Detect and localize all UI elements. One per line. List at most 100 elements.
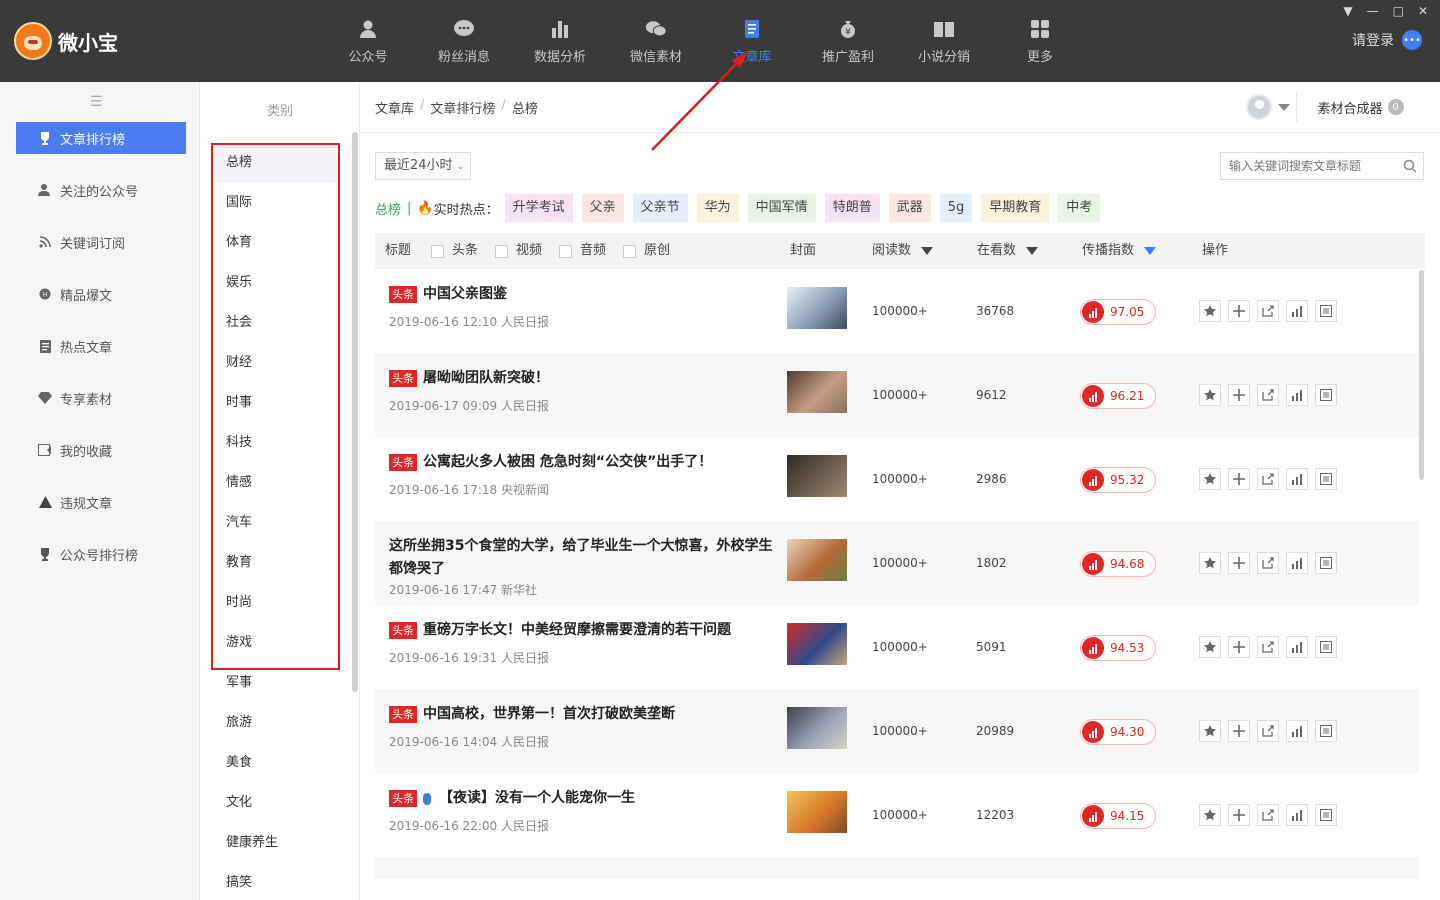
star-icon[interactable] xyxy=(1199,384,1221,406)
avatar[interactable] xyxy=(1246,94,1272,120)
category-item[interactable]: 搞笑 xyxy=(212,863,336,900)
article-cover-image[interactable] xyxy=(787,287,847,329)
nav-item-data-analysis[interactable]: 数据分析 xyxy=(512,0,608,82)
star-icon[interactable] xyxy=(1199,468,1221,490)
breadcrumb-item[interactable]: 文章库 xyxy=(375,98,414,117)
category-item[interactable]: 情感 xyxy=(212,463,336,503)
minimize-icon[interactable]: — xyxy=(1367,4,1379,18)
category-item[interactable]: 美食 xyxy=(212,743,336,783)
article-cover-image[interactable] xyxy=(787,623,847,665)
article-cover-image[interactable] xyxy=(787,791,847,833)
article-cover-image[interactable] xyxy=(787,707,847,749)
hot-tag[interactable]: 特朗普 xyxy=(824,194,880,222)
stats-icon[interactable] xyxy=(1286,468,1308,490)
share-icon[interactable] xyxy=(1257,552,1279,574)
sort-desc-icon[interactable] xyxy=(1026,247,1039,255)
material-composer-button[interactable]: 素材合成器 0 xyxy=(1296,92,1424,122)
star-icon[interactable] xyxy=(1199,636,1221,658)
time-range-select[interactable]: 最近24小时 ⌄ xyxy=(375,152,471,180)
dropdown-icon[interactable]: ▼ xyxy=(1343,4,1352,18)
category-scrollbar[interactable] xyxy=(352,132,358,692)
chevron-down-icon[interactable] xyxy=(1278,103,1290,111)
table-row[interactable]: 头条 屠呦呦团队新突破！ 2019-06-17 09:09 人民日报 100000+ 9… xyxy=(375,353,1419,437)
table-row[interactable] xyxy=(375,857,1419,879)
hot-tag[interactable]: 早期教育 xyxy=(981,194,1050,222)
star-icon[interactable] xyxy=(1199,552,1221,574)
checkbox[interactable] xyxy=(623,244,636,258)
category-item[interactable]: 时事 xyxy=(212,383,336,423)
plus-icon[interactable] xyxy=(1228,300,1250,322)
sidebar-item-keyword-subscribe[interactable]: 关键词订阅 xyxy=(16,226,186,258)
article-title-text[interactable]: 中国父亲图鉴 xyxy=(423,283,507,306)
article-title-text[interactable]: 公寓起火多人被困 危急时刻“公交侠”出手了！ xyxy=(423,451,712,474)
share-icon[interactable] xyxy=(1257,384,1279,406)
table-row[interactable]: 头条 重磅万字长文！中美经贸摩擦需要澄清的若干问题 2019-06-16 19:31… xyxy=(375,605,1419,689)
article-cover-image[interactable] xyxy=(787,371,847,413)
article-title-text[interactable]: 这所坐拥35个食堂的大学，给了毕业生一个大惊喜，外校学生都馋哭了 xyxy=(389,538,772,577)
filter-toutiao[interactable]: 头条 xyxy=(431,233,478,269)
category-item[interactable]: 时尚 xyxy=(212,583,336,623)
login-link[interactable]: 请登录 xyxy=(1352,30,1394,50)
star-icon[interactable] xyxy=(1199,804,1221,826)
category-item[interactable]: 教育 xyxy=(212,543,336,583)
share-icon[interactable] xyxy=(1257,804,1279,826)
category-item[interactable]: 汽车 xyxy=(212,503,336,543)
list-icon[interactable] xyxy=(1315,552,1337,574)
plus-icon[interactable] xyxy=(1228,720,1250,742)
breadcrumb-item[interactable]: 文章排行榜 xyxy=(430,98,495,117)
nav-item-fans-messages[interactable]: 粉丝消息 xyxy=(416,0,512,82)
checkbox[interactable] xyxy=(559,244,572,258)
article-title[interactable]: 头条 重磅万字长文！中美经贸摩擦需要澄清的若干问题 xyxy=(389,619,779,642)
plus-icon[interactable] xyxy=(1228,384,1250,406)
category-item[interactable]: 游戏 xyxy=(212,623,336,663)
filter-audio[interactable]: 音频 xyxy=(559,233,606,269)
category-item[interactable]: 财经 xyxy=(212,343,336,383)
article-title-text[interactable]: 重磅万字长文！中美经贸摩擦需要澄清的若干问题 xyxy=(423,619,731,642)
sidebar-item-premium-articles[interactable]: H 精品爆文 xyxy=(16,278,186,310)
article-title[interactable]: 这所坐拥35个食堂的大学，给了毕业生一个大惊喜，外校学生都馋哭了 xyxy=(389,535,779,581)
sort-desc-icon[interactable] xyxy=(1144,247,1157,255)
sidebar-item-exclusive-material[interactable]: 专享素材 xyxy=(16,382,186,414)
sort-desc-icon[interactable] xyxy=(921,247,934,255)
star-icon[interactable] xyxy=(1199,300,1221,322)
article-title-text[interactable]: 【夜读】没有一个人能宠你一生 xyxy=(439,787,635,810)
stats-icon[interactable] xyxy=(1286,552,1308,574)
list-icon[interactable] xyxy=(1315,300,1337,322)
hot-tag[interactable]: 父亲 xyxy=(581,194,624,222)
table-row[interactable]: 头条 【夜读】没有一个人能宠你一生 2019-06-16 22:00 人民日报 100… xyxy=(375,773,1419,857)
hot-tag[interactable]: 父亲节 xyxy=(632,194,688,222)
col-reads[interactable]: 阅读数 xyxy=(872,233,934,269)
table-row[interactable]: 头条 中国高校，世界第一！首次打破欧美垄断 2019-06-16 14:04 人民日… xyxy=(375,689,1419,773)
hot-tag[interactable]: 升学考试 xyxy=(504,194,573,222)
total-rank-link[interactable]: 总榜 xyxy=(375,199,401,218)
checkbox[interactable] xyxy=(431,244,444,258)
category-item[interactable]: 文化 xyxy=(212,783,336,823)
article-title[interactable]: 头条 中国高校，世界第一！首次打破欧美垄断 xyxy=(389,703,779,726)
list-icon[interactable] xyxy=(1315,636,1337,658)
message-bubble-icon[interactable]: ••• xyxy=(1402,30,1422,50)
category-item[interactable]: 娱乐 xyxy=(212,263,336,303)
category-item[interactable]: 军事 xyxy=(212,663,336,703)
share-icon[interactable] xyxy=(1257,720,1279,742)
table-scrollbar[interactable] xyxy=(1419,270,1424,480)
table-row[interactable]: 头条 中国父亲图鉴 2019-06-16 12:10 人民日报 100000+ 3676… xyxy=(375,269,1419,353)
account-switcher[interactable] xyxy=(1246,94,1290,120)
plus-icon[interactable] xyxy=(1228,804,1250,826)
share-icon[interactable] xyxy=(1257,468,1279,490)
stats-icon[interactable] xyxy=(1286,384,1308,406)
col-spread-index[interactable]: 传播指数 xyxy=(1082,233,1157,269)
plus-icon[interactable] xyxy=(1228,468,1250,490)
category-item[interactable]: 科技 xyxy=(212,423,336,463)
close-icon[interactable]: ✕ xyxy=(1418,4,1428,18)
article-title[interactable]: 头条 屠呦呦团队新突破！ xyxy=(389,367,779,390)
list-icon[interactable] xyxy=(1315,720,1337,742)
stats-icon[interactable] xyxy=(1286,636,1308,658)
hot-tag[interactable]: 5g xyxy=(939,194,973,222)
article-title[interactable]: 头条 【夜读】没有一个人能宠你一生 xyxy=(389,787,779,810)
collapse-menu-icon[interactable]: ☰ xyxy=(90,94,103,110)
category-item[interactable]: 体育 xyxy=(212,223,336,263)
article-title[interactable]: 头条 中国父亲图鉴 xyxy=(389,283,779,306)
maximize-icon[interactable]: □ xyxy=(1393,4,1404,18)
hot-tag[interactable]: 武器 xyxy=(888,194,931,222)
sidebar-item-violation-articles[interactable]: 违规文章 xyxy=(16,486,186,518)
